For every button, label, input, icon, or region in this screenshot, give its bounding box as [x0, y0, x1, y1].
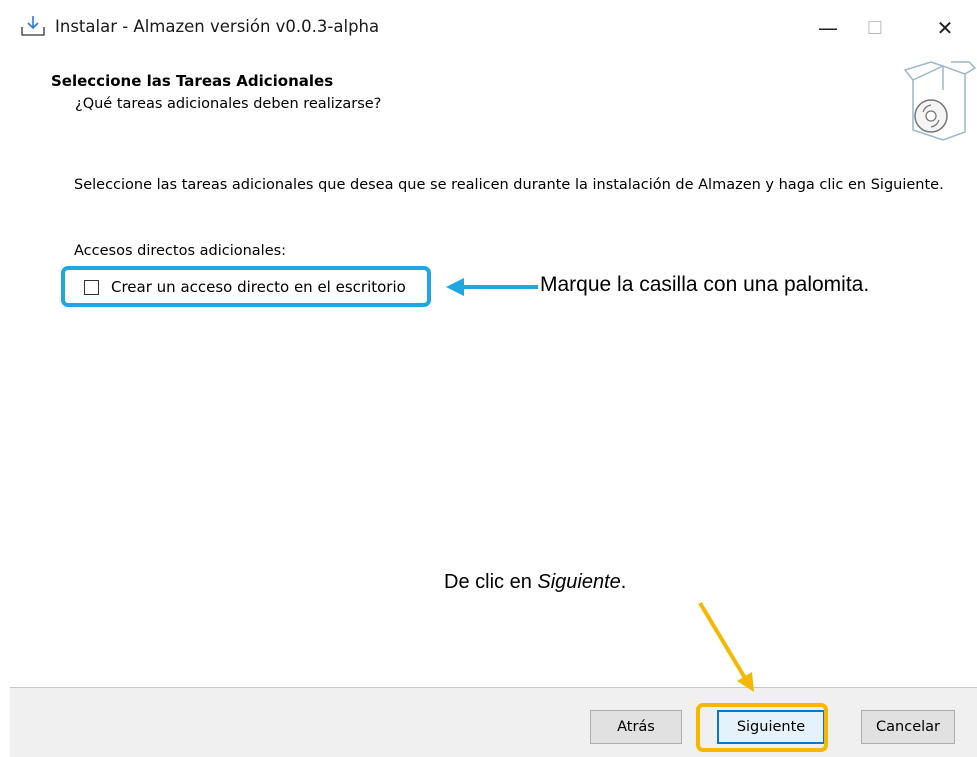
page-title: Seleccione las Tareas Adicionales	[51, 72, 334, 90]
section-label: Accesos directos adicionales:	[74, 243, 287, 259]
minimize-button[interactable]: —	[805, 8, 851, 48]
minimize-icon: —	[818, 16, 838, 40]
next-hint-emphasis: Siguiente	[537, 571, 621, 593]
install-download-icon	[21, 16, 45, 36]
cancel-button[interactable]: Cancelar	[861, 710, 955, 744]
installer-window: Instalar - Almazen versión v0.0.3-alpha …	[10, 0, 977, 757]
installer-box-cd-icon	[903, 61, 977, 141]
maximize-icon: ☐	[866, 17, 884, 39]
checkbox-hint-text: Marque la casilla con una palomita.	[540, 273, 870, 296]
checkbox-highlight-box	[61, 266, 431, 307]
footer-bar	[10, 687, 977, 757]
window-title: Instalar - Almazen versión v0.0.3-alpha	[55, 17, 380, 36]
maximize-button[interactable]: ☐	[852, 8, 898, 48]
next-hint-prefix: De clic en	[444, 571, 538, 593]
next-hint-suffix: .	[620, 571, 627, 593]
next-hint-text: De clic en Siguiente.	[444, 571, 626, 594]
page-subtitle: ¿Qué tareas adicionales deben realizarse…	[75, 96, 382, 112]
back-button[interactable]: Atrás	[590, 710, 682, 744]
description-text: Seleccione las tareas adicionales que de…	[74, 177, 944, 193]
close-button[interactable]: ✕	[922, 8, 968, 48]
close-icon: ✕	[936, 16, 954, 40]
title-bar: Instalar - Almazen versión v0.0.3-alpha …	[10, 0, 977, 60]
next-button-highlight-box	[696, 703, 828, 752]
